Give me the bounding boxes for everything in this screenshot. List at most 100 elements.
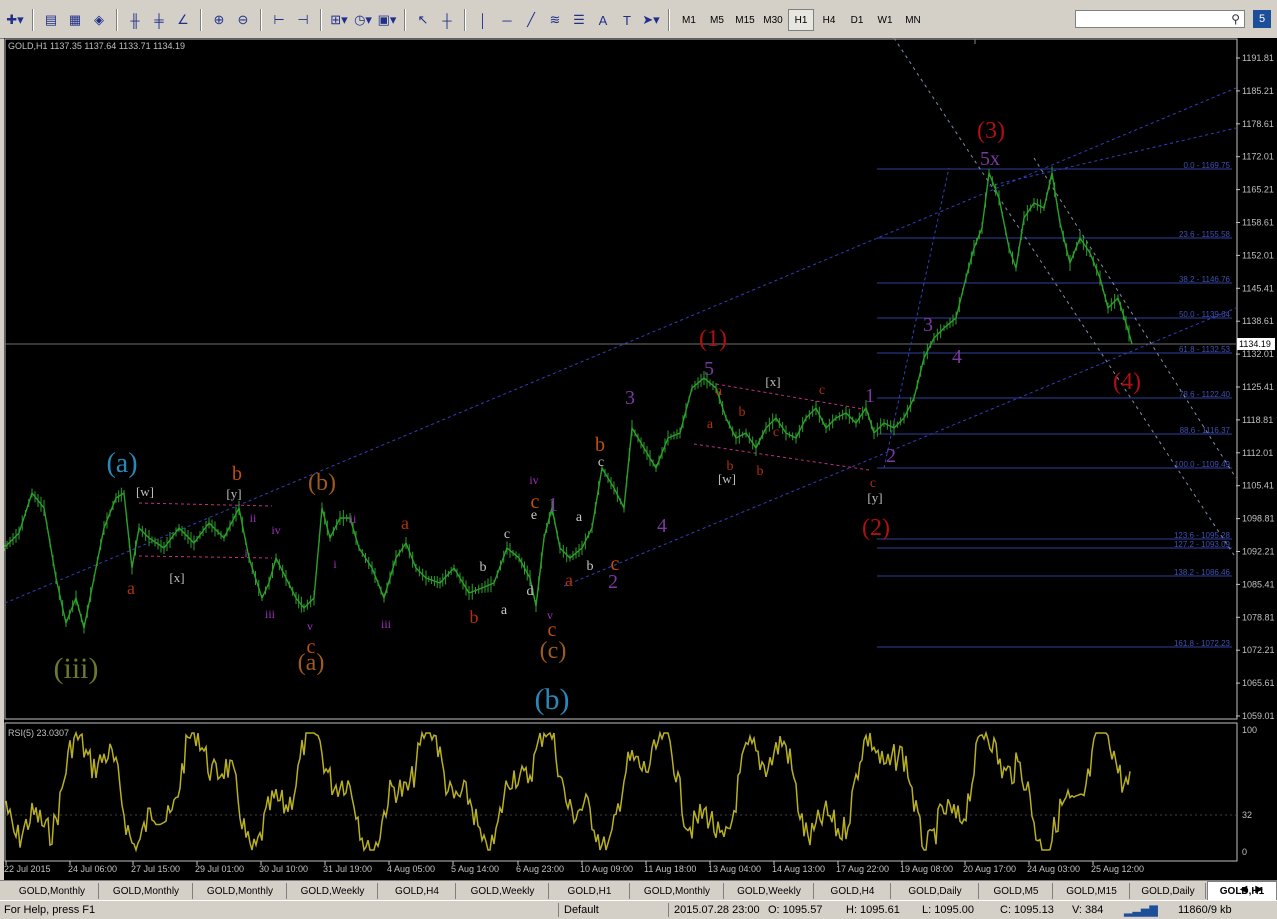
wave-label: (4) (1113, 369, 1141, 395)
timeframe-m5[interactable]: M5 (704, 9, 730, 31)
timeframe-m15[interactable]: M15 (732, 9, 758, 31)
chart-canvas[interactable]: 1191.81 1185.21 1178.61 1172.01 1165.21 1158.… (4, 38, 1277, 880)
wave-label: (3) (977, 118, 1005, 144)
toolbar-separator (404, 9, 406, 31)
price-axis-label: 1112.01 (1242, 448, 1273, 458)
chart-tab[interactable]: GOLD,H4 (379, 883, 456, 899)
chart-tab[interactable]: GOLD,Weekly (457, 883, 549, 899)
timeframe-m30[interactable]: M30 (760, 9, 786, 31)
chart-tab[interactable]: GOLD,Monthly (194, 883, 287, 899)
price-axis-label: 1138.61 (1242, 316, 1274, 326)
chart-tab[interactable]: GOLD,Monthly (631, 883, 724, 899)
timeframe-m1[interactable]: M1 (676, 9, 702, 31)
current-price-label: 1134.19 (1239, 339, 1271, 349)
wave-label: 4 (952, 346, 962, 368)
wave-label: iii (265, 607, 276, 621)
fibonacci-icon[interactable]: ☰ (568, 9, 590, 31)
chart-tab[interactable]: GOLD,Monthly (6, 883, 99, 899)
price-axis-label: 1072.21 (1242, 645, 1275, 655)
autoscroll-icon[interactable]: ⊢ (268, 9, 290, 31)
search-input[interactable]: ⚲ (1075, 10, 1245, 28)
navigator-icon[interactable]: ◈ (88, 9, 110, 31)
wave-label: a (576, 510, 583, 525)
chart-tab[interactable]: GOLD,Daily (1131, 883, 1206, 899)
toolbar-row: ✚▾ ▤ ▦ ◈ ╫ ╪ ∠ ⊕ ⊖ ⊢ ⊣ ⊞▾ ◷▾ ▣▾ ↖ ┼ │ ─ … (4, 8, 926, 32)
toolbar-separator (668, 9, 670, 31)
wave-label: 1 (548, 494, 558, 516)
text-label-icon[interactable]: T (616, 9, 638, 31)
toolbar: ✚▾ ▤ ▦ ◈ ╫ ╪ ∠ ⊕ ⊖ ⊢ ⊣ ⊞▾ ◷▾ ▣▾ ↖ ┼ │ ─ … (0, 0, 1277, 39)
timeframe-w1[interactable]: W1 (872, 9, 898, 31)
wave-label: c (598, 455, 604, 470)
toolbar-separator (200, 9, 202, 31)
cursor-icon[interactable]: ↖ (412, 9, 434, 31)
time-axis-label: 31 Jul 19:00 (323, 864, 372, 874)
market-watch-icon[interactable]: ▦ (64, 9, 86, 31)
channel-icon[interactable]: ≋ (544, 9, 566, 31)
wave-label: a (565, 570, 573, 590)
chart-tab[interactable]: GOLD,Weekly (725, 883, 814, 899)
timeframe-h1[interactable]: H1 (788, 9, 814, 31)
candle-chart-icon[interactable]: ╪ (148, 9, 170, 31)
time-axis-label: 19 Aug 08:00 (900, 864, 953, 874)
chart-window[interactable]: 1191.81 1185.21 1178.61 1172.01 1165.21 1158.… (4, 38, 1277, 882)
wave-label: i (333, 557, 337, 571)
arrows-icon[interactable]: ➤▾ (640, 9, 662, 31)
chart-tab[interactable]: GOLD,Weekly (288, 883, 378, 899)
chart-tab[interactable]: GOLD,H4 (815, 883, 891, 899)
chart-tab[interactable]: GOLD,Monthly (100, 883, 193, 899)
time-axis-label: 24 Jul 06:00 (68, 864, 117, 874)
fib-level-label: 138.2 - 1086.46 (1174, 568, 1231, 577)
timeframe-d1[interactable]: D1 (844, 9, 870, 31)
periods-icon[interactable]: ◷▾ (352, 9, 374, 31)
search-icon[interactable]: ⚲ (1231, 12, 1240, 26)
status-datetime: 2015.07.28 23:00 (674, 904, 760, 916)
rsi-level-label: 0 (1242, 847, 1247, 857)
chart-tab[interactable]: GOLD,H1 (550, 883, 630, 899)
bar-chart-icon[interactable]: ╫ (124, 9, 146, 31)
wave-label: b (232, 463, 242, 485)
time-axis-label: 14 Aug 13:00 (772, 864, 825, 874)
wave-label: c (819, 383, 825, 398)
timeframe-mn[interactable]: MN (900, 9, 926, 31)
chart-tabs: GOLD,Monthly GOLD,Monthly GOLD,Monthly GOLD… (0, 880, 1277, 902)
time-axis-label: 13 Aug 04:00 (708, 864, 761, 874)
profiles-icon[interactable]: ▤ (40, 9, 62, 31)
line-chart-icon[interactable]: ∠ (172, 9, 194, 31)
horizontal-line-icon[interactable]: ─ (496, 9, 518, 31)
price-axis-label: 1178.61 (1242, 119, 1274, 129)
rsi-level-label: 100 (1242, 725, 1257, 735)
notification-badge[interactable]: 5 (1253, 10, 1271, 28)
wave-label: (b) (535, 683, 570, 716)
status-traffic: 11860/9 kb (1178, 904, 1232, 916)
fib-level-label: 100.0 - 1109.49 (1175, 460, 1231, 469)
status-low: L: 1095.00 (922, 904, 974, 916)
zoom-out-icon[interactable]: ⊖ (232, 9, 254, 31)
vertical-line-icon[interactable]: │ (472, 9, 494, 31)
rsi-series (5, 730, 1131, 853)
text-icon[interactable]: A (592, 9, 614, 31)
wave-label: 3 (923, 314, 933, 336)
chart-tab[interactable]: GOLD,M15 (1054, 883, 1130, 899)
tab-scroll-arrows-icon[interactable]: ◀▶ (1240, 884, 1271, 895)
wave-label: 2 (608, 571, 618, 593)
fib-level-label: 78.6 - 1122.40 (1179, 390, 1231, 399)
templates-icon[interactable]: ▣▾ (376, 9, 398, 31)
wave-label: v (307, 619, 313, 633)
chart-header: GOLD,H1 1137.35 1137.64 1133.71 1134.19 (8, 41, 185, 51)
wave-label: b (739, 405, 746, 420)
timeframe-h4[interactable]: H4 (816, 9, 842, 31)
chart-tab[interactable]: GOLD,Daily (892, 883, 979, 899)
indicators-icon[interactable]: ⊞▾ (328, 9, 350, 31)
wave-label: (a) (298, 650, 325, 676)
status-bar: For Help, press F1 Default 2015.07.28 23… (0, 900, 1277, 919)
new-order-icon[interactable]: ✚▾ (4, 9, 26, 31)
chart-shift-icon[interactable]: ⊣ (292, 9, 314, 31)
trendline-icon[interactable]: ╱ (520, 9, 542, 31)
chart-tab[interactable]: GOLD,M5 (980, 883, 1053, 899)
crosshair-icon[interactable]: ┼ (436, 9, 458, 31)
zoom-in-icon[interactable]: ⊕ (208, 9, 230, 31)
wave-label: (a) (106, 448, 137, 479)
fib-level-label: 61.8 - 1132.53 (1179, 345, 1231, 354)
wave-label: [y] (867, 490, 882, 505)
